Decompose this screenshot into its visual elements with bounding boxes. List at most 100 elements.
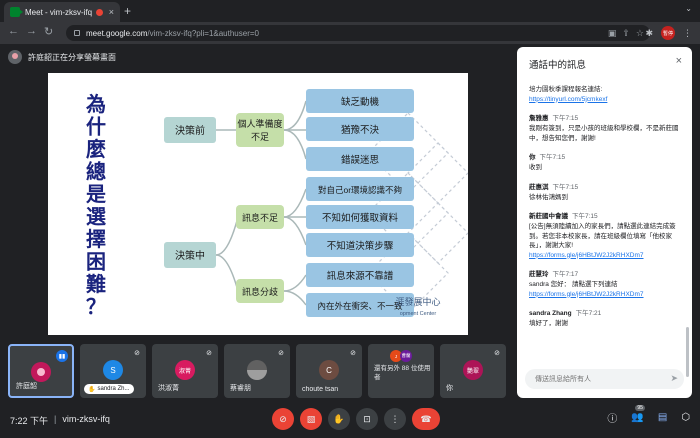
participant-count-badge: 95: [635, 405, 645, 411]
call-controls: ⊘ ▧ ✋ ⊡ ⋮ ☎: [272, 408, 440, 430]
title-char: 是: [85, 183, 106, 206]
title-char: 為: [86, 92, 106, 116]
leaf-label: 內在外在衝突、不一致: [317, 301, 403, 311]
participant-tile[interactable]: ⊘ 淑菁 洪淑菁: [152, 344, 218, 398]
extensions-puzzle-icon[interactable]: ✱: [645, 28, 653, 39]
avatar: S: [103, 360, 123, 380]
title-char: 難: [86, 272, 106, 296]
title-char: 選: [86, 206, 106, 229]
send-icon[interactable]: ➤: [670, 373, 678, 384]
participant-name: sandra Zh...: [97, 386, 130, 392]
present-screen-icon: ⊡: [363, 413, 371, 424]
chat-messages: 培力園秋季課程報名連結: https://tinyurl.com/5jcmkexf…: [529, 83, 681, 337]
side-controls: ⓘ 👥 95 ▤ ⬡: [607, 405, 690, 425]
leaf-label: 訊息來源不靠譜: [327, 270, 394, 282]
participant-name: 你: [446, 385, 453, 392]
participant-tile[interactable]: ⊘ C choute tsan: [296, 344, 362, 398]
activities-icon[interactable]: ⬡: [681, 412, 690, 423]
tab-close-icon[interactable]: ×: [109, 7, 114, 17]
chat-message: 培力園秋季課程報名連結: https://tinyurl.com/5jcmkexf: [529, 85, 681, 104]
message-time: 下午7:21: [575, 310, 602, 317]
message-sender: sandra Zhang: [529, 310, 572, 317]
chat-input[interactable]: [525, 369, 684, 389]
branch-label-insufficient: 訊息不足: [242, 212, 278, 223]
message-sender: 你: [529, 154, 536, 161]
message-time: 下午7:15: [572, 213, 598, 220]
lock-icon: [74, 30, 80, 36]
close-icon[interactable]: ×: [676, 55, 682, 67]
mic-off-icon: ⊘: [278, 350, 284, 357]
message-header: 詹雅惠 下午7:15: [529, 112, 681, 122]
bookmark-star-icon[interactable]: ☆: [636, 28, 644, 39]
message-body: 培力園秋季課程報名連結:: [529, 86, 603, 93]
chat-scrollbar[interactable]: [686, 327, 689, 377]
chat-message: sandra Zhang 下午7:21 填好了，謝謝: [529, 307, 681, 329]
branch-label-readiness-1: 個人準備度: [237, 118, 282, 129]
chat-icon[interactable]: ▤: [658, 412, 667, 423]
leave-call-button[interactable]: ☎: [412, 408, 440, 430]
profile-avatar[interactable]: 暫停: [661, 26, 675, 40]
info-separator: |: [54, 414, 57, 424]
camera-toggle-button[interactable]: ▧: [300, 408, 322, 430]
browser-menu-icon[interactable]: ⋮: [683, 28, 692, 39]
url-field[interactable]: meet.google.com /vim-zksv-ifq?pli=1&auth…: [66, 25, 650, 41]
chat-message: 莊惠淇 下午7:15 徐林佑鴻媽到: [529, 181, 681, 203]
browser-tab-bar: Meet - vim-zksv-ifq × + ⌄: [0, 0, 700, 22]
presenting-text: 許庭韶正在分享螢幕畫面: [28, 52, 116, 62]
root-label-during: 決策中: [175, 249, 205, 262]
people-icon[interactable]: 👥 95: [631, 405, 645, 423]
leaf-label: 不知如何獲取資料: [322, 212, 399, 224]
participant-tile[interactable]: ⊘ S ✋ sandra Zh...: [80, 344, 146, 398]
avatar: [247, 360, 267, 380]
participant-name: 蔡睿朋: [230, 385, 251, 392]
mic-toggle-button[interactable]: ⊘: [272, 408, 294, 430]
message-body: [公告]無須陸續加入的家長們，請點選此連結完成簽到。若您非本校家長，請在班級欄位…: [529, 223, 676, 249]
address-bar-row: ← → ↻ meet.google.com /vim-zksv-ifq?pli=…: [0, 22, 700, 44]
tab-search-icon[interactable]: ⌄: [685, 4, 692, 13]
present-button[interactable]: ⊡: [356, 408, 378, 430]
chat-message: 詹雅惠 下午7:15 我剛有簽到，只是小孩的班級和學校欄，不是新莊國中，想告知您們，…: [529, 112, 681, 143]
message-link[interactable]: https://tinyurl.com/5jcmkexf: [529, 95, 681, 105]
forward-icon[interactable]: →: [26, 25, 37, 37]
leaf-label: 不知道決策步驟: [327, 240, 394, 252]
message-time: 下午7:17: [552, 271, 579, 278]
browser-tab[interactable]: Meet - vim-zksv-ifq ×: [4, 2, 120, 22]
participant-tile-presenter[interactable]: ▮▮ 許庭韶: [8, 344, 74, 398]
watermark-subtitle: opment Center: [400, 311, 437, 317]
participant-name: 許庭韶: [16, 383, 37, 390]
new-tab-button[interactable]: +: [124, 4, 131, 18]
hand-icon: ✋: [333, 413, 345, 424]
shared-screen: 為什麼總是選擇困難？ 決策前 決策中 個人準備度 不足 訊息不足 訊息分歧 缺乏…: [48, 73, 468, 335]
branch-label-divergent: 訊息分歧: [242, 286, 278, 297]
message-header: sandra Zhang 下午7:21: [529, 307, 681, 317]
extension-area: ✱ 暫停 ⋮: [645, 26, 692, 40]
back-icon[interactable]: ←: [8, 25, 19, 37]
participant-tile[interactable]: ⊘ 蔡睿朋: [224, 344, 290, 398]
leaf-label: 猶豫不決: [341, 124, 380, 136]
message-time: 下午7:15: [539, 154, 566, 161]
mini-avatars: J 曹蘭: [390, 350, 412, 362]
watermark-title: 涯發展中心: [395, 296, 440, 307]
chat-panel: 通話中的訊息 × 培力園秋季課程報名連結: https://tinyurl.com…: [517, 47, 692, 398]
url-path: /vim-zksv-ifq?pli=1&authuser=0: [147, 28, 259, 38]
avatar: 淑菁: [175, 360, 195, 380]
message-link[interactable]: https://forms.gle/j6HBtJW2J2kRHXDm7: [529, 251, 681, 261]
more-options-button[interactable]: ⋮: [384, 408, 406, 430]
meeting-details-icon[interactable]: ⓘ: [607, 410, 617, 425]
mic-off-icon: ⊘: [279, 413, 287, 424]
url-host: meet.google.com: [86, 28, 148, 38]
message-header: 新莊國中會議 下午7:15: [529, 210, 681, 220]
raise-hand-button[interactable]: ✋: [328, 408, 350, 430]
leaf-boxes: 缺乏動機猶豫不決錯誤迷思對自己or環境認識不夠不知如何獲取資料不知道決策步驟訊息…: [306, 89, 414, 317]
reload-icon[interactable]: ↻: [44, 25, 53, 38]
avatar-photo-icon: [247, 370, 267, 380]
mic-off-icon: ⊘: [206, 350, 212, 357]
camera-indicator-icon[interactable]: ▣: [608, 28, 617, 39]
message-header: 莊惠淇 下午7:15: [529, 181, 681, 191]
share-icon[interactable]: ⇪: [622, 28, 630, 39]
message-link[interactable]: https://forms.gle/j6HBtJW2J2kRHXDm7: [529, 290, 681, 300]
more-participants-tile[interactable]: J 曹蘭 還有另外 88 位使用者: [368, 344, 434, 398]
self-tile[interactable]: ⊘ 艷翠 你: [440, 344, 506, 398]
message-time: 下午7:15: [552, 115, 579, 122]
title-char: ？: [86, 297, 106, 319]
